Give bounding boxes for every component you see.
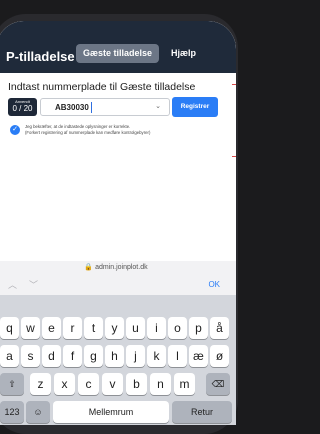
key-l[interactable]: l (168, 345, 187, 367)
key-å[interactable]: å (210, 317, 229, 339)
app-title: P-tilladelse (6, 49, 75, 64)
key-q[interactable]: q (0, 317, 19, 339)
key-p[interactable]: p (189, 317, 208, 339)
register-button[interactable]: Registrer (172, 97, 218, 117)
key-h[interactable]: h (105, 345, 124, 367)
browser-url-bar[interactable]: 🔒 admin.joinplot.dk (0, 261, 236, 275)
usage-counter-value: 0 / 20 (12, 104, 33, 113)
key-n[interactable]: n (150, 373, 171, 395)
usage-counter: Anvendt 0 / 20 (8, 98, 37, 116)
screen: P-tilladelse Gæste tilladelse Hjælp Indt… (0, 21, 236, 425)
keyboard-toolbar: ︿ ﹀ OK (0, 275, 236, 295)
key-f[interactable]: f (63, 345, 82, 367)
key-m[interactable]: m (174, 373, 195, 395)
plate-input-value: AB30030 (55, 103, 89, 112)
key-v[interactable]: v (102, 373, 123, 395)
key-b[interactable]: b (126, 373, 147, 395)
lock-icon: 🔒 (84, 264, 94, 271)
checkbox-checked-icon[interactable]: ✓ (10, 125, 20, 135)
key-r[interactable]: r (63, 317, 82, 339)
key-g[interactable]: g (84, 345, 103, 367)
key-z[interactable]: z (30, 373, 51, 395)
chevron-up-icon[interactable]: ︿ (8, 278, 17, 291)
browser-url: admin.joinplot.dk (95, 264, 148, 271)
annotation-line (232, 156, 236, 157)
key-a[interactable]: a (0, 345, 19, 367)
key-e[interactable]: e (42, 317, 61, 339)
consent-text: Jeg bekræfter, at de indtastede oplysnin… (25, 124, 225, 136)
key-k[interactable]: k (147, 345, 166, 367)
consent-line-2: (Forkert registrering af nummerplade kan… (25, 130, 151, 135)
return-key[interactable]: Retur (172, 401, 232, 423)
key-w[interactable]: w (21, 317, 40, 339)
emoji-key[interactable]: ☺ (26, 401, 50, 423)
chevron-down-icon[interactable]: ⌄ (155, 102, 161, 110)
key-i[interactable]: i (147, 317, 166, 339)
backspace-key[interactable]: ⌫ (206, 373, 230, 395)
key-s[interactable]: s (21, 345, 40, 367)
numbers-key[interactable]: 123 (0, 401, 24, 423)
form-heading: Indtast nummerplade til Gæste tilladelse (8, 81, 196, 93)
key-j[interactable]: j (126, 345, 145, 367)
chevron-down-icon[interactable]: ﹀ (29, 278, 38, 291)
space-key[interactable]: Mellemrum (53, 401, 169, 423)
annotation-line (232, 84, 236, 85)
key-y[interactable]: y (105, 317, 124, 339)
key-x[interactable]: x (54, 373, 75, 395)
key-o[interactable]: o (168, 317, 187, 339)
key-t[interactable]: t (84, 317, 103, 339)
app-header: P-tilladelse Gæste tilladelse Hjælp (0, 21, 236, 73)
tab-help[interactable]: Hjælp (164, 44, 203, 63)
key-c[interactable]: c (78, 373, 99, 395)
key-d[interactable]: d (42, 345, 61, 367)
keyboard-area: 🔒 admin.joinplot.dk ︿ ﹀ OK ⇧ ⌫ 123 ☺ Mel… (0, 261, 236, 425)
text-caret (91, 102, 92, 113)
plate-input[interactable]: AB30030 ⌄ (40, 98, 170, 116)
done-button[interactable]: OK (208, 280, 220, 289)
tab-guest-permit[interactable]: Gæste tilladelse (76, 44, 160, 63)
key-æ[interactable]: æ (189, 345, 208, 367)
shift-key[interactable]: ⇧ (0, 373, 24, 395)
key-ø[interactable]: ø (210, 345, 229, 367)
key-u[interactable]: u (126, 317, 145, 339)
